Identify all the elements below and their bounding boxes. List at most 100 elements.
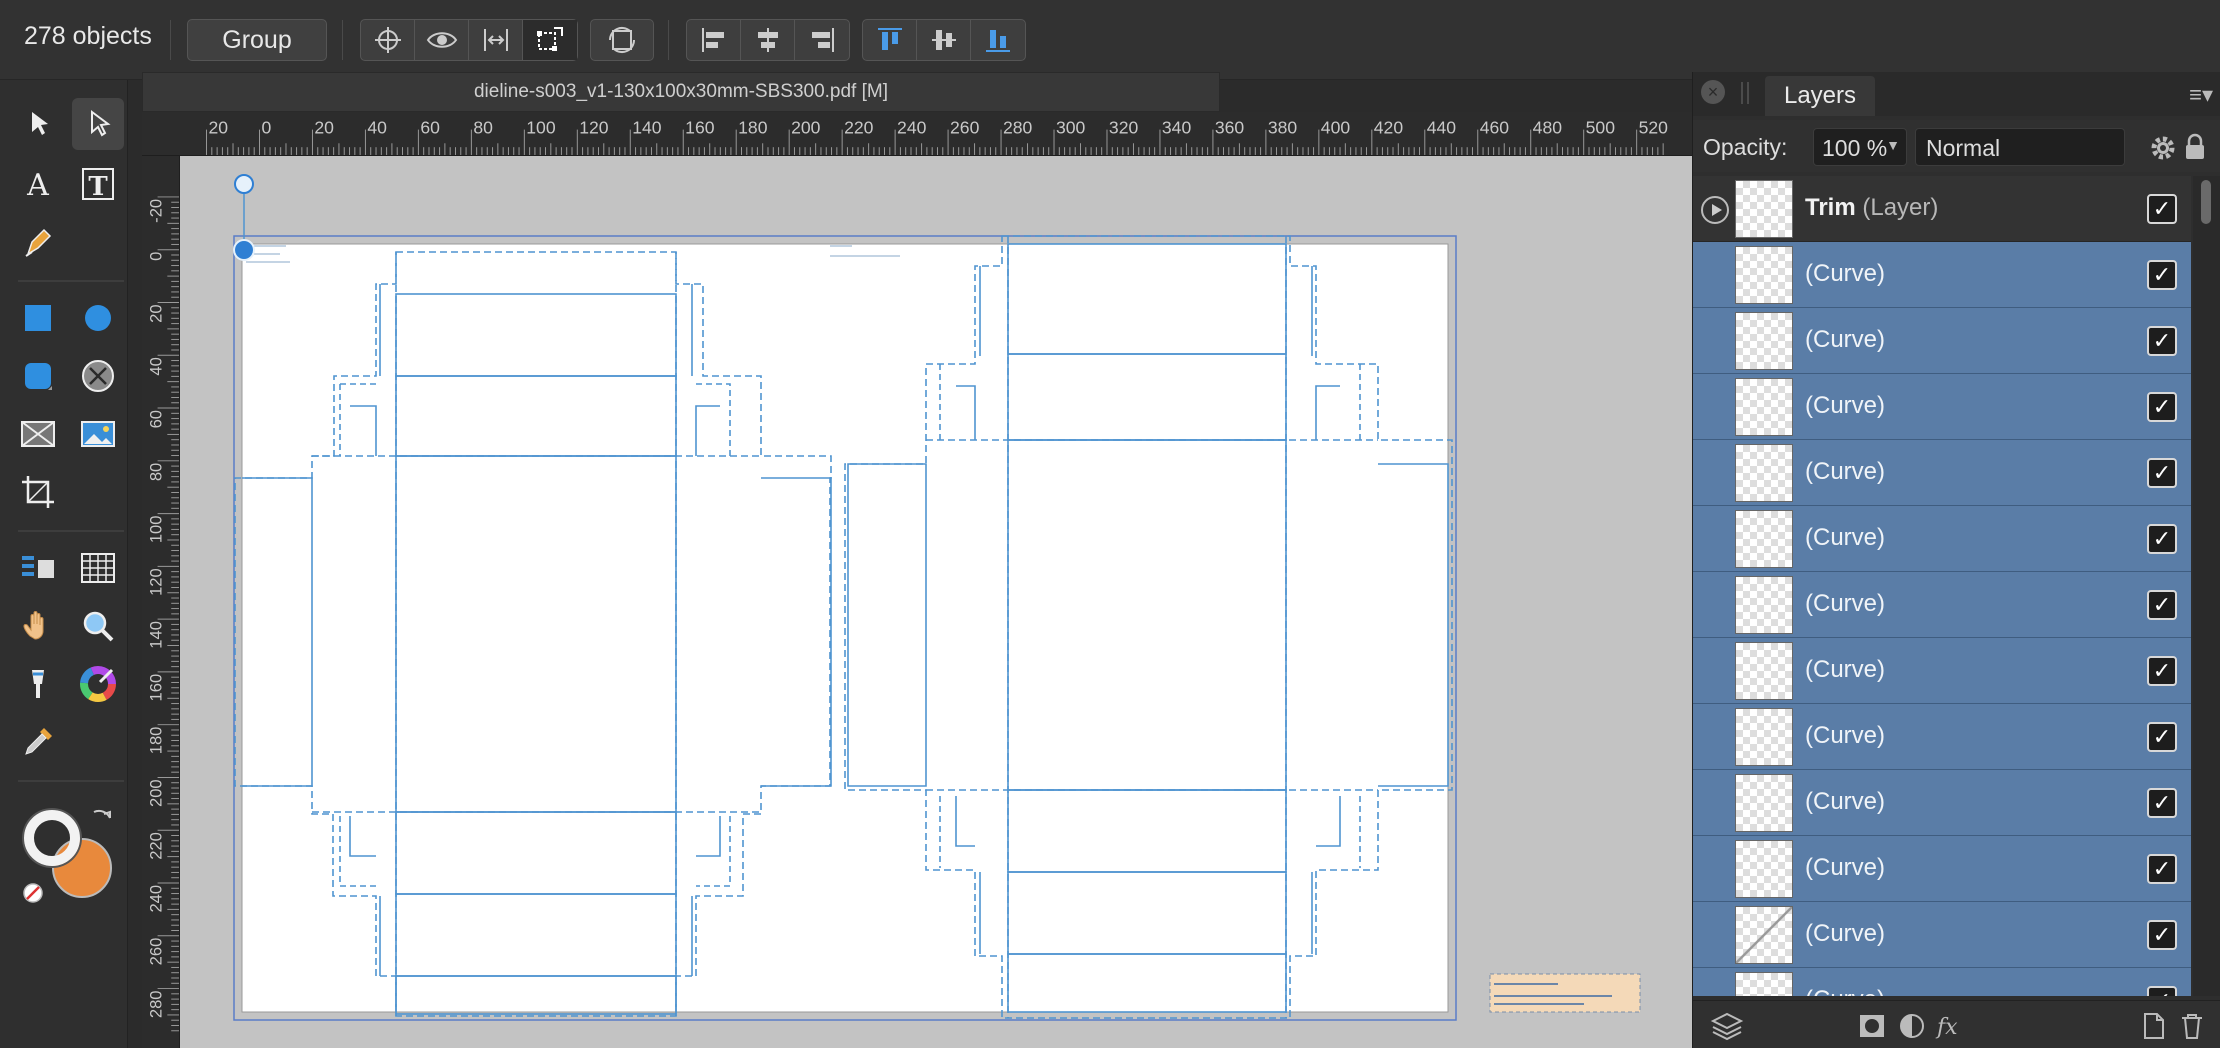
ruler-label: 140 [146,621,165,649]
layer-visibility-checkbox[interactable]: ✓ [2147,656,2177,686]
panel-close-icon[interactable]: × [1701,80,1725,104]
crop-tool[interactable] [12,466,64,518]
selection-count: 278 objects [24,22,152,50]
layer-list-scrollbar[interactable] [2193,176,2220,996]
align-middle-button[interactable] [917,20,971,60]
fill-tool[interactable] [12,658,64,710]
svg-text:A: A [26,168,49,203]
layer-visibility-checkbox[interactable]: ✓ [2147,590,2177,620]
trash-icon[interactable] [2179,1011,2205,1041]
crop-icon [22,476,54,508]
picture-frame-tool[interactable] [12,408,64,460]
frame-text-tool[interactable]: T [72,158,124,210]
ruler-label: 360 [1215,118,1245,138]
ruler-label: 140 [632,118,662,138]
gear-icon[interactable] [2149,134,2177,162]
align-bottom-button[interactable] [971,20,1025,60]
zoom-tool[interactable] [72,600,124,652]
layer-row-trim[interactable]: Trim (Layer) ✓ [1693,176,2191,242]
add-layer-icon[interactable] [2141,1011,2167,1041]
rounded-rectangle-tool[interactable] [12,350,64,402]
node-tool[interactable] [72,98,124,150]
align-left-button[interactable] [687,20,741,60]
expand-layer-icon[interactable] [1701,196,1729,224]
rotate-button[interactable] [591,20,653,60]
ruler-label: -20 [146,199,165,223]
layer-row-curve[interactable]: (Curve) ✓ [1693,374,2191,440]
tool-divider [18,780,124,782]
rectangle-tool[interactable] [12,292,64,344]
layer-visibility-checkbox[interactable]: ✓ [2147,194,2177,224]
layer-row-curve[interactable]: (Curve) ✓ [1693,704,2191,770]
layer-visibility-checkbox[interactable]: ✓ [2147,524,2177,554]
table-tool[interactable] [72,542,124,594]
picture-frame-icon [21,421,55,447]
layer-visibility-checkbox[interactable]: ✓ [2147,260,2177,290]
transform-origin-button[interactable] [361,20,415,60]
layer-visibility-checkbox[interactable]: ✓ [2147,854,2177,884]
opacity-dropdown-icon[interactable]: ▼ [1886,137,1900,153]
panel-menu-icon[interactable]: ≡▾ [2189,82,2213,108]
text-flow-tool[interactable] [12,542,64,594]
artistic-text-tool[interactable]: A [12,158,64,210]
color-picker-tool[interactable] [72,658,124,710]
text-a-icon: A [26,168,49,203]
opacity-input[interactable]: 100 % ▼ [1813,128,1907,166]
layer-row-curve[interactable]: (Curve) ✓ [1693,902,2191,968]
align-top-button[interactable] [863,20,917,60]
panel-grip-icon[interactable] [1741,82,1749,104]
lock-icon[interactable] [2183,132,2207,162]
stroke-color-swatch[interactable] [24,810,80,866]
shape-tool[interactable] [72,350,124,402]
tools-panel: A T [0,80,128,1048]
layer-visibility-checkbox[interactable]: ✓ [2147,986,2177,996]
align-center-button[interactable] [741,20,795,60]
layer-visibility-checkbox[interactable]: ✓ [2147,722,2177,752]
layer-row-curve[interactable]: (Curve) ✓ [1693,242,2191,308]
mask-layer-icon[interactable] [1857,1011,1887,1041]
layer-name: (Curve) [1805,920,1886,947]
layer-visibility-checkbox[interactable]: ✓ [2147,326,2177,356]
layer-row-curve[interactable]: (Curve) ✓ [1693,308,2191,374]
layer-row-curve[interactable]: (Curve) ✓ [1693,968,2191,996]
layer-list[interactable]: Trim (Layer) ✓ (Curve) ✓ (Curve) ✓ (Curve)… [1693,176,2191,996]
transform-objects-button[interactable] [523,20,577,60]
move-tool[interactable] [12,98,64,150]
layer-visibility-checkbox[interactable]: ✓ [2147,920,2177,950]
layer-row-curve[interactable]: (Curve) ✓ [1693,506,2191,572]
ruler-label: 80 [473,118,493,138]
rectangle-icon [25,305,51,331]
layer-visibility-checkbox[interactable]: ✓ [2147,458,2177,488]
scrollbar-thumb[interactable] [2201,180,2211,224]
show-selection-button[interactable] [415,20,469,60]
layer-visibility-checkbox[interactable]: ✓ [2147,392,2177,422]
canvas[interactable] [180,156,1692,1048]
align-bottom-icon [986,30,1010,52]
rotate-button-group [590,19,654,61]
layer-row-curve[interactable]: (Curve) ✓ [1693,572,2191,638]
fx-icon[interactable]: fx [1933,1011,1967,1041]
document-tab[interactable]: dieline-s003_v1-130x100x30mm-SBS300.pdf … [142,72,1220,112]
horizontal-ruler[interactable]: 20 0 20 40 60 80 100 120 140 160 180 200 220 240 260 28… [142,112,1692,156]
eyedropper-tool[interactable] [12,716,64,768]
layer-row-curve[interactable]: (Curve) ✓ [1693,770,2191,836]
ellipse-tool[interactable] [72,292,124,344]
layer-row-curve[interactable]: (Curve) ✓ [1693,638,2191,704]
layer-visibility-checkbox[interactable]: ✓ [2147,788,2177,818]
align-vertical-group [862,19,1026,61]
align-right-button[interactable] [795,20,849,60]
rotate-icon [608,26,636,54]
flip-button[interactable] [469,20,523,60]
adjustment-icon[interactable] [1897,1011,1927,1041]
group-button[interactable]: Group [187,19,327,61]
layer-row-curve[interactable]: (Curve) ✓ [1693,440,2191,506]
layer-row-curve[interactable]: (Curve) ✓ [1693,836,2191,902]
pen-tool[interactable] [12,216,64,268]
blend-mode-select[interactable]: Normal [1915,128,2125,166]
view-tool[interactable] [12,600,64,652]
layers-stack-icon[interactable] [1709,1011,1745,1041]
tab-layers[interactable]: Layers [1765,76,1875,116]
vertical-ruler[interactable]: -20 0 20 40 60 80 100 120 140 160 180 200 220 240 260 2… [142,156,180,1048]
place-image-tool[interactable] [72,408,124,460]
color-well[interactable] [18,804,118,904]
